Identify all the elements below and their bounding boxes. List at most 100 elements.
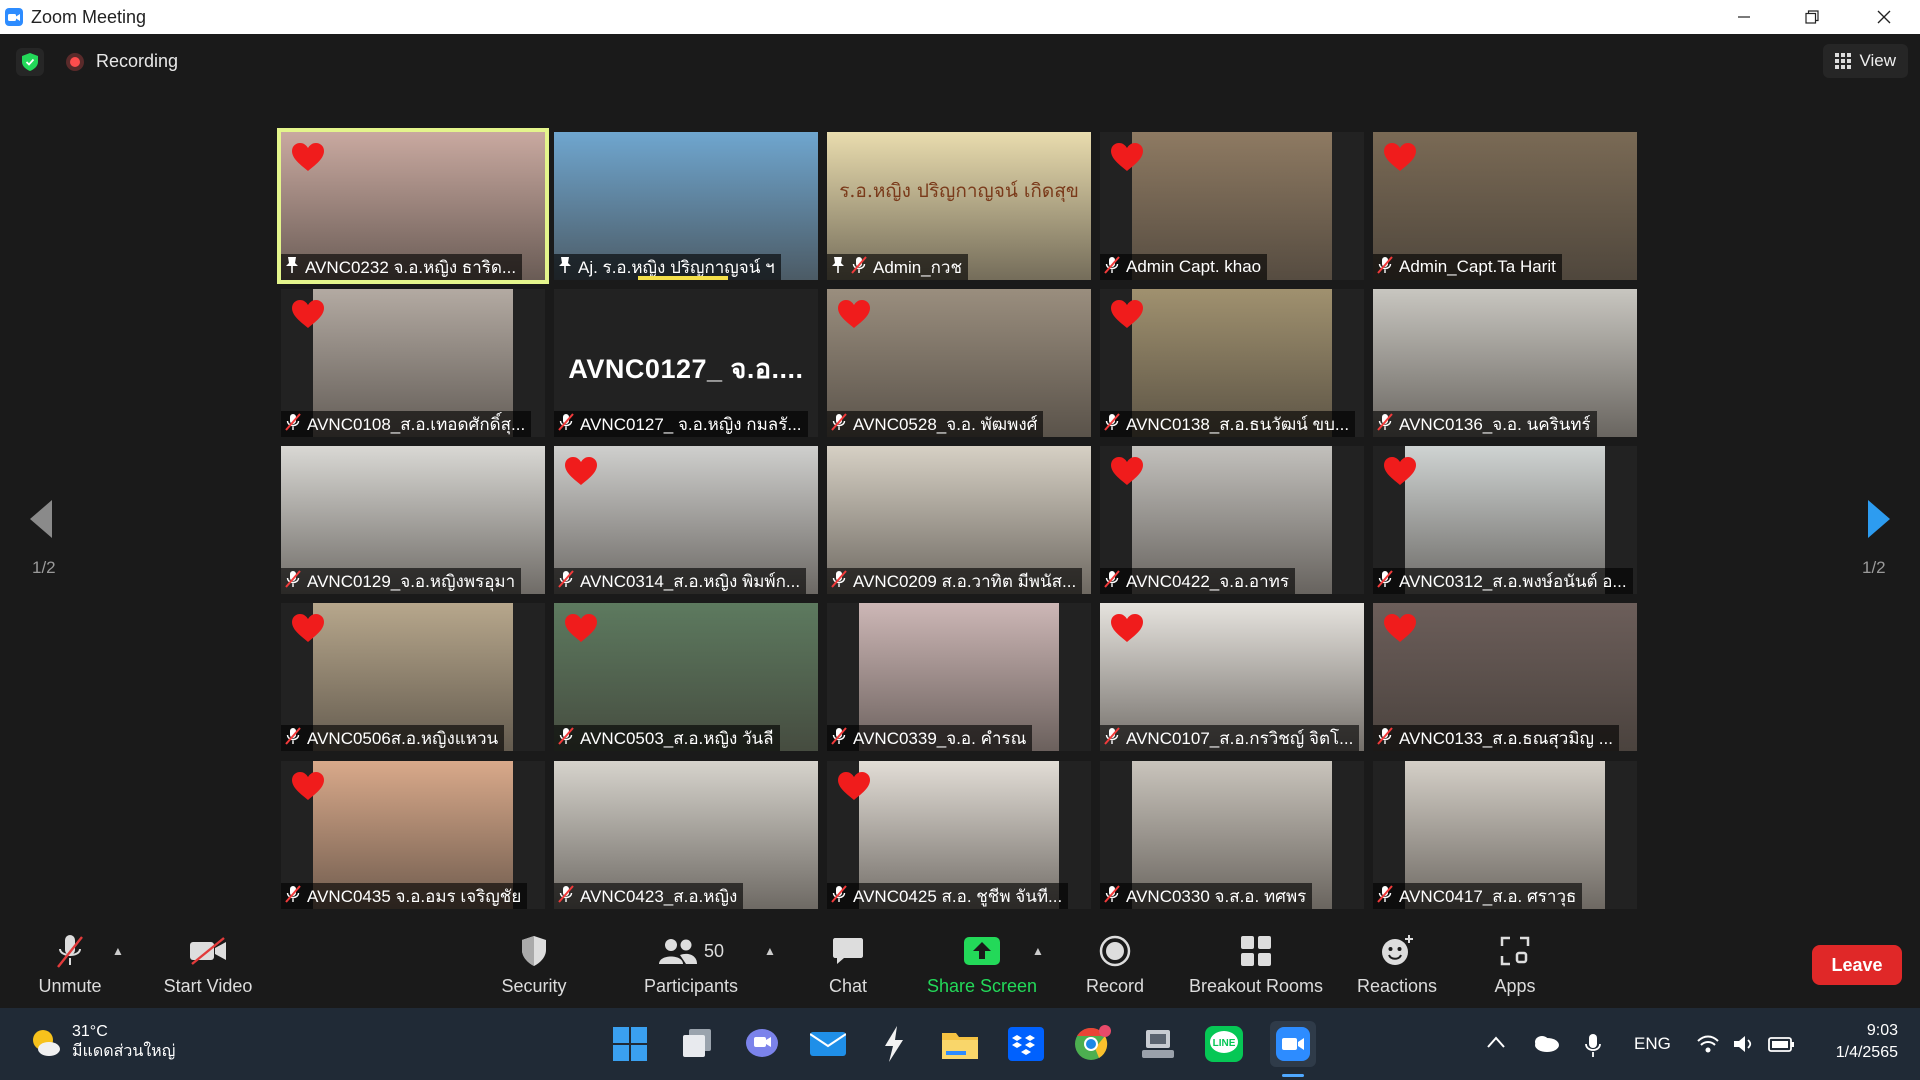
heart-reaction-icon: [564, 456, 598, 491]
mail-icon[interactable]: [808, 1024, 848, 1064]
battery-icon[interactable]: [1768, 1034, 1796, 1059]
onedrive-cloud-icon[interactable]: [1532, 1034, 1560, 1057]
record-icon: [1099, 935, 1131, 967]
heart-reaction-icon: [291, 299, 325, 334]
muted-mic-icon: [1104, 255, 1120, 279]
muted-mic-icon: [831, 569, 847, 593]
minimize-button[interactable]: [1710, 0, 1778, 34]
participant-tile[interactable]: AVNC0129_จ.อ.หญิงพรอุมา: [281, 446, 545, 594]
participant-tile[interactable]: AVNC0209 ส.อ.วาทิต มีพนัส...: [827, 446, 1091, 594]
participant-tile[interactable]: AVNC0107_ส.อ.กรวิชญ์ จิตโ...: [1100, 603, 1364, 751]
participants-icon: [658, 939, 697, 964]
participant-tile[interactable]: AVNC0339_จ.อ. คำรณ: [827, 603, 1091, 751]
participant-tile[interactable]: AVNC0425 ส.อ. ชูชีพ จันที...: [827, 761, 1091, 909]
lightning-app-icon[interactable]: [874, 1024, 914, 1064]
wifi-icon[interactable]: [1696, 1034, 1720, 1059]
line-app-icon[interactable]: LINE: [1204, 1024, 1244, 1064]
participant-tile[interactable]: AVNC0422_จ.อ.อาทร: [1100, 446, 1364, 594]
show-hidden-icons-chevron-icon[interactable]: [1486, 1034, 1506, 1054]
view-button[interactable]: View: [1823, 44, 1908, 78]
participant-tile[interactable]: AVNC0312_ส.อ.พงษ์อนันต์ อ...: [1373, 446, 1637, 594]
network-app-icon[interactable]: [1138, 1024, 1178, 1064]
chrome-browser-icon[interactable]: [1072, 1024, 1112, 1064]
dropbox-icon[interactable]: [1006, 1024, 1046, 1064]
participant-name: AVNC0232 จ.อ.หญิง ธาริด...: [305, 257, 517, 277]
participant-name-label: AVNC0314_ส.อ.หญิง พิมพ์ก...: [554, 568, 807, 594]
participants-options-chevron-up-icon[interactable]: ▲: [764, 944, 776, 958]
recording-indicator[interactable]: Recording: [66, 51, 178, 72]
participant-tile[interactable]: AVNC0127_ จ.อ.... AVNC0127_ จ.อ.หญิง กมลร…: [554, 289, 818, 437]
file-explorer-icon[interactable]: [940, 1024, 980, 1064]
participant-name: Admin_กวช: [873, 257, 963, 277]
input-language[interactable]: ENG: [1634, 1034, 1671, 1054]
muted-mic-icon: [1104, 884, 1120, 908]
windows-start-icon[interactable]: [610, 1024, 650, 1064]
system-clock[interactable]: 9:03 1/4/2565: [1836, 1020, 1898, 1064]
audio-options-chevron-up-icon[interactable]: ▲: [112, 944, 124, 958]
volume-icon[interactable]: [1732, 1034, 1756, 1059]
record-button[interactable]: Record: [1076, 932, 1154, 1002]
participant-name-label: AVNC0138_ส.อ.ธนวัฒน์ ขบ...: [1100, 411, 1356, 437]
participant-display-name: AVNC0127_ จ.อ....: [568, 354, 804, 384]
participant-tile[interactable]: Admin Capt. khao: [1100, 132, 1364, 280]
task-view-icon[interactable]: [677, 1024, 717, 1064]
heart-reaction-icon: [1110, 299, 1144, 334]
participant-tile[interactable]: AVNC0232 จ.อ.หญิง ธาริด...: [277, 128, 549, 284]
leave-meeting-button[interactable]: Leave: [1812, 945, 1902, 985]
participant-tile[interactable]: AVNC0503_ส.อ.หญิง วันลี: [554, 603, 818, 751]
participant-tile[interactable]: AVNC0423_ส.อ.หญิง: [554, 761, 818, 909]
clock-time: 9:03: [1866, 1022, 1898, 1039]
participant-tile[interactable]: AVNC0330 จ.ส.อ. ทศพร: [1100, 761, 1364, 909]
participant-name: AVNC0339_จ.อ. คำรณ: [853, 728, 1027, 748]
participant-tile[interactable]: AVNC0506ส.อ.หญิงแหวน: [281, 603, 545, 751]
unmute-button[interactable]: Unmute: [30, 932, 110, 1002]
recording-label: Recording: [96, 51, 179, 71]
page-indicator-right: 1/2: [1862, 558, 1886, 577]
close-window-button[interactable]: [1850, 0, 1918, 34]
participant-tile[interactable]: ร.อ.หญิง ปริญกาญจน์ เกิดสุข Admin_กวช: [827, 132, 1091, 280]
security-button[interactable]: Security: [492, 932, 576, 1002]
participant-name-label: AVNC0339_จ.อ. คำรณ: [827, 725, 1033, 751]
chat-button[interactable]: Chat: [818, 932, 878, 1002]
window-title: Zoom Meeting: [31, 6, 147, 27]
muted-mic-icon: [558, 884, 574, 908]
participant-tile[interactable]: AVNC0417_ส.อ. ศราวุธ: [1373, 761, 1637, 909]
window-titlebar: Zoom Meeting: [0, 0, 1920, 34]
encryption-shield-icon[interactable]: [16, 48, 44, 76]
participant-name: AVNC0312_ส.อ.พงษ์อนันต์ อ...: [1399, 571, 1627, 591]
muted-mic-icon: [285, 412, 301, 436]
previous-page-arrow-icon[interactable]: [28, 498, 54, 545]
participant-name: AVNC0506ส.อ.หญิงแหวน: [307, 728, 499, 748]
restore-button[interactable]: [1778, 0, 1846, 34]
share-screen-button[interactable]: Share Screen: [922, 932, 1042, 1002]
participant-name-label: AVNC0129_จ.อ.หญิงพรอุมา: [281, 568, 522, 594]
reactions-button[interactable]: Reactions: [1354, 932, 1440, 1002]
apps-button[interactable]: Apps: [1490, 932, 1540, 1002]
participant-name: AVNC0330 จ.ส.อ. ทศพร: [1126, 886, 1307, 906]
participant-tile[interactable]: AVNC0138_ส.อ.ธนวัฒน์ ขบ...: [1100, 289, 1364, 437]
next-page-arrow-icon[interactable]: [1866, 498, 1892, 545]
breakout-rooms-button[interactable]: Breakout Rooms: [1186, 932, 1326, 1002]
participant-tile[interactable]: AVNC0136_จ.อ. นครินทร์: [1373, 289, 1637, 437]
muted-mic-icon: [1377, 255, 1393, 279]
participant-tile[interactable]: AVNC0435 จ.อ.อมร เจริญชัย: [281, 761, 545, 909]
participant-tile[interactable]: AVNC0314_ส.อ.หญิง พิมพ์ก...: [554, 446, 818, 594]
muted-mic-icon: [558, 569, 574, 593]
heart-reaction-icon: [837, 771, 871, 806]
participant-tile[interactable]: AVNC0528_จ.อ. พัฒพงศ์: [827, 289, 1091, 437]
participants-button[interactable]: 50 Participants: [636, 932, 746, 1002]
participant-name-label: AVNC0528_จ.อ. พัฒพงศ์: [827, 411, 1044, 437]
share-options-chevron-up-icon[interactable]: ▲: [1032, 944, 1044, 958]
muted-mic-icon: [851, 255, 867, 279]
participant-tile[interactable]: AVNC0108_ส.อ.เทอดศักดิ์สุ...: [281, 289, 545, 437]
participant-tile[interactable]: Aj. ร.อ.หญิง ปริญกาญจน์ ฯ: [554, 132, 818, 280]
start-video-button[interactable]: Start Video: [158, 932, 258, 1002]
weather-widget[interactable]: 31°C มีแดดส่วนใหญ่: [28, 1022, 175, 1062]
microphone-tray-icon[interactable]: [1584, 1034, 1602, 1063]
participant-tile[interactable]: AVNC0133_ส.อ.ธณสุวมิญ ...: [1373, 603, 1637, 751]
teams-chat-icon[interactable]: [742, 1024, 782, 1064]
zoom-taskbar-icon[interactable]: [1270, 1021, 1316, 1067]
participant-tile[interactable]: Admin_Capt.Ta Harit: [1373, 132, 1637, 280]
recording-dot-icon: [66, 52, 84, 71]
muted-mic-icon: [1377, 726, 1393, 750]
